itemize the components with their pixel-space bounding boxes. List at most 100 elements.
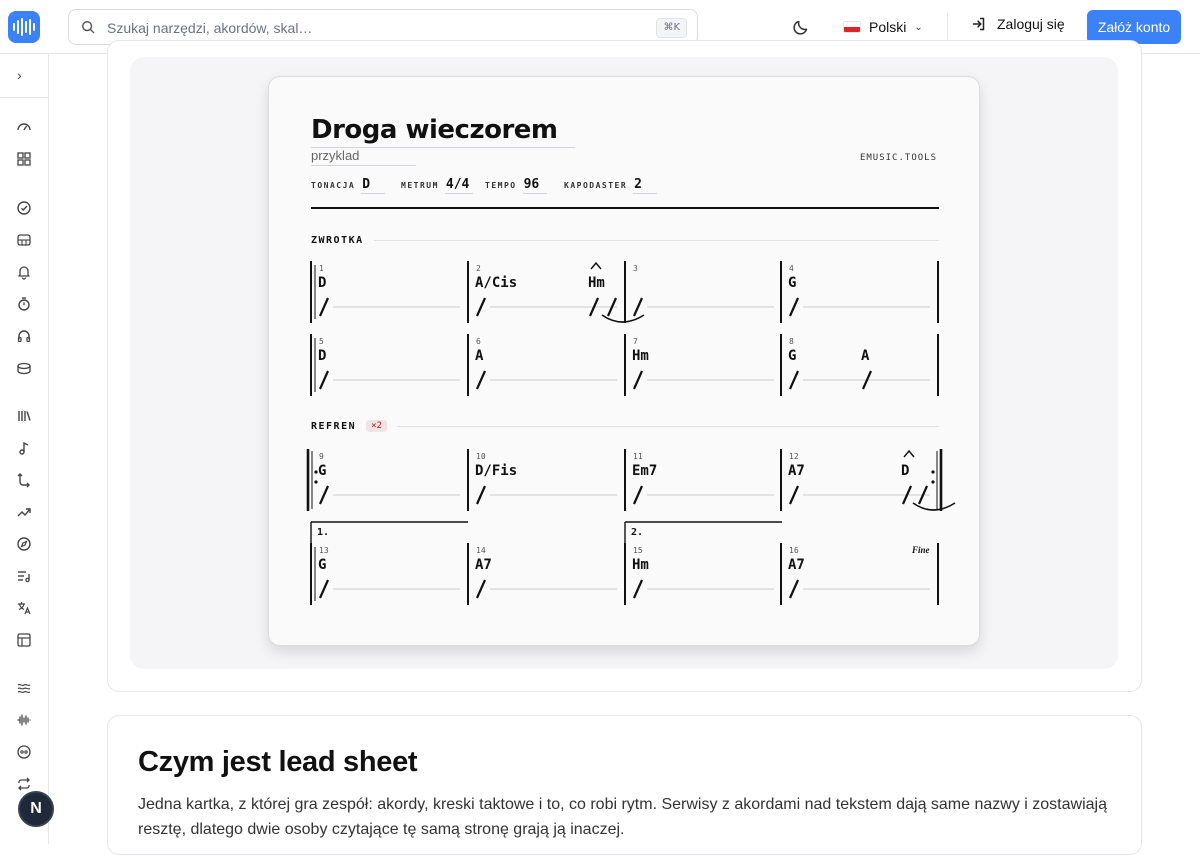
poland-flag-icon xyxy=(843,21,861,33)
table-icon[interactable] xyxy=(16,632,32,648)
theme-toggle-moon-icon[interactable] xyxy=(792,18,810,36)
chord-name: A7 xyxy=(788,557,805,573)
repeat-icon[interactable] xyxy=(16,776,32,792)
audio-waveform-icon[interactable] xyxy=(16,712,32,728)
chord-name: A7 xyxy=(475,557,492,573)
piano-icon[interactable] xyxy=(16,232,32,248)
chord-name: Hm xyxy=(632,348,649,364)
grid-icon[interactable] xyxy=(16,151,32,167)
drum-icon[interactable] xyxy=(16,360,32,376)
fine-marking: Fine xyxy=(911,545,930,555)
waves-icon[interactable] xyxy=(16,680,32,696)
rhythm-slash xyxy=(475,297,487,317)
repeat-dot xyxy=(931,470,935,474)
bar-number: 8 xyxy=(789,337,794,346)
chord-name: A xyxy=(861,348,870,364)
bar-number: 11 xyxy=(633,452,643,461)
search-placeholder: Szukaj narzędzi, akordów, skal… xyxy=(107,20,313,36)
chord-name: Hm xyxy=(588,275,605,291)
bar-number: 12 xyxy=(789,452,799,461)
rhythm-slash xyxy=(788,370,800,390)
translate-icon[interactable] xyxy=(16,600,32,616)
chord-name: D xyxy=(318,275,326,291)
compass-icon[interactable] xyxy=(16,536,32,552)
app-logo[interactable] xyxy=(8,11,40,43)
chord-name: G xyxy=(788,348,796,364)
bell-icon[interactable] xyxy=(16,264,32,280)
lead-sheet: Droga wieczorem przyklad EMUSIC.TOOLS TO… xyxy=(268,76,980,646)
trending-up-icon[interactable] xyxy=(16,504,32,520)
chord-name: A7 xyxy=(788,463,805,479)
login-label: Zaloguj się xyxy=(997,16,1065,32)
header-divider xyxy=(947,13,948,41)
list-music-icon[interactable] xyxy=(16,568,32,584)
library-icon[interactable] xyxy=(16,408,32,424)
rhythm-slash xyxy=(788,297,800,317)
bar-number: 6 xyxy=(476,337,481,346)
bar-number: 13 xyxy=(319,546,329,555)
chord-name: D xyxy=(901,463,909,479)
user-avatar[interactable]: N xyxy=(18,791,54,827)
rhythm-slash xyxy=(475,370,487,390)
rhythm-slash xyxy=(632,485,644,505)
info-card: Czym jest lead sheet Jedna kartka, z któ… xyxy=(107,715,1142,855)
bar-number: 2 xyxy=(476,264,481,273)
chord-name: G xyxy=(318,463,326,479)
accent-mark xyxy=(590,261,602,270)
target-icon[interactable] xyxy=(16,200,32,216)
rhythm-slash xyxy=(788,485,800,505)
volta-label: 2. xyxy=(631,527,643,538)
sidebar: › N xyxy=(0,54,54,844)
bar-number: 16 xyxy=(789,546,799,555)
chord-name: Hm xyxy=(632,557,649,573)
chord-name: A xyxy=(475,348,484,364)
search-icon xyxy=(82,21,95,34)
chord-chart: 1 D 2 A/Cis Hm 3 4 G 5 D 6 A 7 Hm 8 G A 9 G 10 D/Fis 11 Em7 12 A… xyxy=(269,77,981,647)
info-text: Jedna kartka, z której gra zespół: akord… xyxy=(138,796,1107,838)
chevron-down-icon: ⌄ xyxy=(914,21,923,33)
bar-number: 5 xyxy=(319,337,324,346)
chord-name: G xyxy=(788,275,796,291)
chord-name: D xyxy=(318,348,326,364)
rhythm-slash xyxy=(475,579,487,599)
stopwatch-icon[interactable] xyxy=(16,296,32,312)
volta-label: 1. xyxy=(317,527,329,538)
rhythm-slash xyxy=(318,485,330,505)
chord-name: D/Fis xyxy=(475,463,517,479)
login-button[interactable]: Zaloguj się xyxy=(971,16,1065,32)
bar-number: 9 xyxy=(319,452,324,461)
rhythm-slash xyxy=(788,579,800,599)
info-heading: Czym jest lead sheet xyxy=(138,746,418,778)
music-note-icon[interactable] xyxy=(16,440,32,456)
bar-number: 14 xyxy=(476,546,486,555)
search-shortcut: ⌘K xyxy=(656,18,687,38)
bar-number: 1 xyxy=(319,264,324,273)
headphones-icon[interactable] xyxy=(16,328,32,344)
language-label: Polski xyxy=(869,19,907,35)
sidebar-expand-chevron-icon[interactable]: › xyxy=(17,67,22,83)
rhythm-slash xyxy=(632,370,644,390)
rhythm-slash xyxy=(632,579,644,599)
rhythm-slash xyxy=(632,297,644,317)
rhythm-slash xyxy=(318,370,330,390)
route-icon[interactable] xyxy=(16,472,32,488)
chord-chart-svg: 1D2A/Cis Hm3 4G5D6A7Hm8G A9G10D/Fis11Em712A… xyxy=(306,261,956,605)
accent-mark xyxy=(903,449,915,458)
rhythm-slash xyxy=(475,485,487,505)
chord-name: G xyxy=(318,557,326,573)
rhythm-slash xyxy=(318,297,330,317)
rhythm-slash xyxy=(318,579,330,599)
bar-number: 10 xyxy=(476,452,486,461)
gauge-icon[interactable] xyxy=(16,119,32,135)
metronome-dial-icon[interactable] xyxy=(16,744,32,760)
chord-name: Em7 xyxy=(632,463,657,479)
sidebar-divider xyxy=(0,97,49,98)
language-selector[interactable]: Polski ⌄ xyxy=(843,16,923,38)
bar-number: 3 xyxy=(633,264,638,273)
bar-number: 7 xyxy=(633,337,638,346)
login-icon xyxy=(972,17,985,31)
signup-button[interactable]: Załóż konto xyxy=(1087,10,1181,44)
repeat-dot xyxy=(314,480,318,484)
chord-name: A/Cis xyxy=(475,275,517,291)
repeat-dot xyxy=(931,480,935,484)
